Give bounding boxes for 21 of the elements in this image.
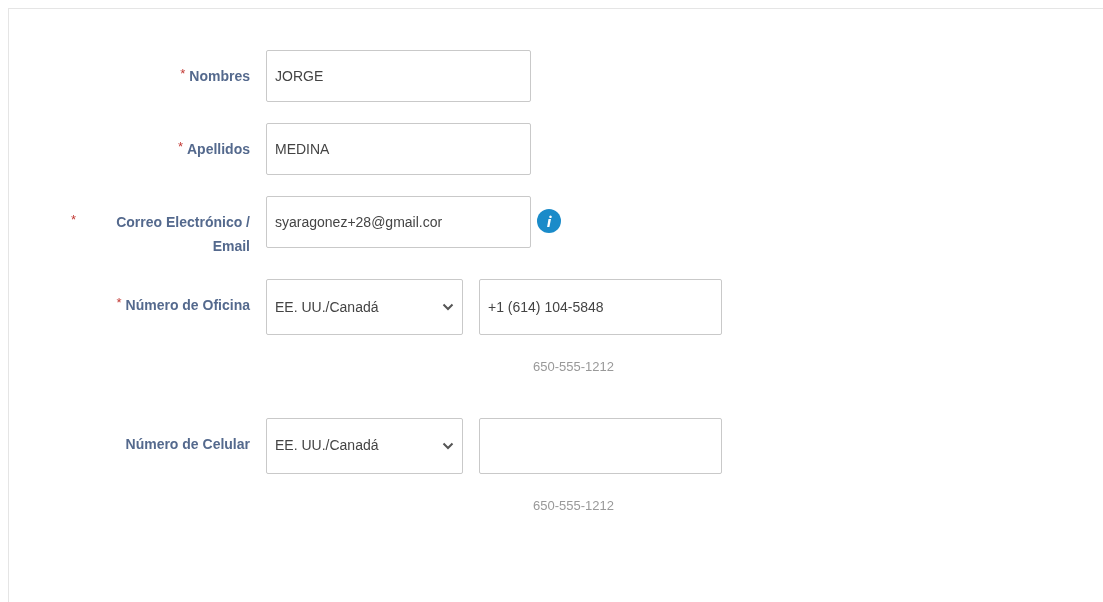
field-label: Número de Celular [125,434,250,454]
field-hint: 650-555-1212 [533,496,614,515]
required-mark: * [116,294,122,312]
text-field[interactable]: JORGE [266,50,531,102]
required-mark: * [70,211,76,229]
text-field[interactable]: +1 (614) 104-5848 [479,279,722,335]
chevron-down-icon [442,441,454,450]
country-select[interactable]: EE. UU./Canadá [266,279,463,335]
chevron-down-icon [442,303,454,311]
text-field[interactable]: syaragonez+28@gmail.cor [266,196,531,248]
text-field[interactable]: MEDINA [266,123,531,175]
field-label: Apellidos [187,140,250,159]
field-label: Correo Electrónico / Email [115,213,250,256]
field-label: Nombres [189,67,250,86]
required-mark: * [177,138,183,156]
field-label: Número de Oficina [125,296,250,315]
text-field[interactable] [479,417,722,474]
required-mark: * [180,65,186,83]
info-icon[interactable] [537,209,561,233]
country-select[interactable]: EE. UU./Canadá [266,417,463,474]
field-hint: 650-555-1212 [533,358,614,376]
